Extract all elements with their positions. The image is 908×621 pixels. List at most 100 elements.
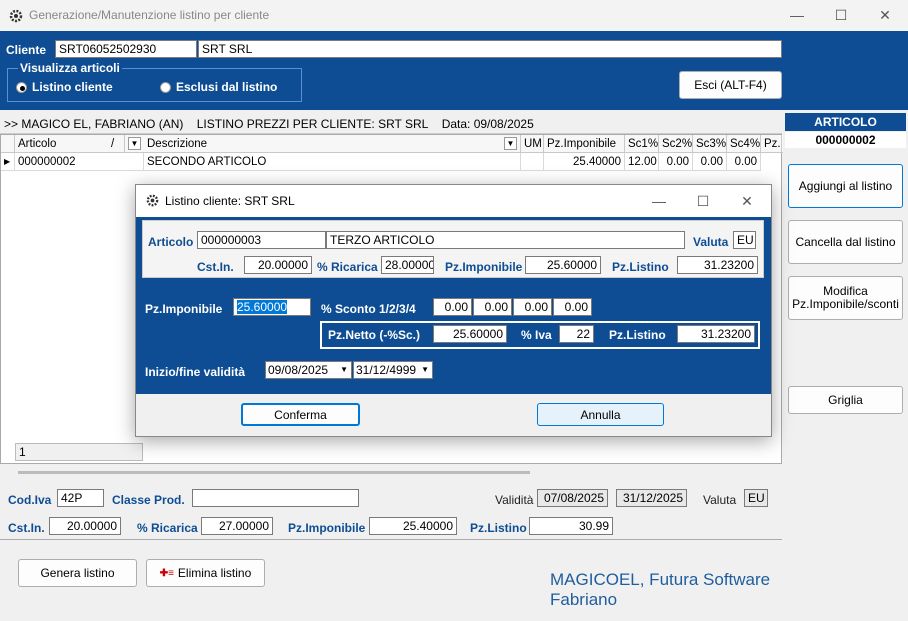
dialog-footer: Conferma Annulla: [136, 394, 771, 436]
col-sc2[interactable]: Sc2%: [659, 135, 693, 153]
exit-button[interactable]: Esci (ALT-F4): [679, 71, 782, 99]
header-indicator: [1, 135, 15, 153]
fine-date-picker[interactable]: 31/12/4999 ▼: [353, 361, 433, 379]
radio-selected-icon: [16, 81, 27, 93]
col-articolo[interactable]: Articolo: [15, 135, 125, 153]
dlg-valuta-label: Valuta: [693, 235, 729, 249]
validita-label: Validità: [495, 493, 534, 507]
listino-label: Pz.Listino: [470, 521, 527, 535]
dlg-articolo-desc[interactable]: TERZO ARTICOLO: [326, 231, 685, 249]
listino-dialog: Listino cliente: SRT SRL — ☐ ✕ Articolo …: [135, 184, 772, 437]
col-descrizione[interactable]: Descrizione: [144, 135, 521, 153]
cell-descrizione[interactable]: SECONDO ARTICOLO: [144, 153, 521, 171]
cell-sc4[interactable]: 0.00: [727, 153, 761, 171]
col-pz-imponibile[interactable]: Pz.Imponibile: [544, 135, 625, 153]
radio-esclusi[interactable]: Esclusi dal listino: [160, 80, 277, 94]
right-panel: ARTICOLO 000000002 Aggiungi al listino C…: [783, 110, 908, 621]
imponibile-field[interactable]: 25.40000: [369, 517, 457, 535]
minimize-icon[interactable]: —: [774, 4, 820, 26]
dialog-minimize-icon[interactable]: —: [636, 190, 682, 212]
ricarica-field[interactable]: 27.00000: [201, 517, 273, 535]
close-icon[interactable]: ✕: [862, 4, 908, 26]
dlg-iva-label: % Iva: [521, 328, 552, 342]
record-count: 1: [15, 443, 143, 461]
cliente-name-field[interactable]: SRT SRL: [198, 40, 782, 58]
sconto-2-field[interactable]: 0.00: [473, 298, 512, 316]
col-pz[interactable]: Pz.: [761, 135, 782, 153]
dlg-articolo-code[interactable]: 000000003: [197, 231, 326, 249]
dlg-ricarica-field[interactable]: 28.00000: [381, 256, 434, 274]
cliente-code-field[interactable]: SRT06052502930: [55, 40, 197, 58]
dlg-iva-field[interactable]: 22: [559, 325, 594, 343]
cst-label: Cst.In.: [8, 521, 45, 535]
ricarica-label: % Ricarica: [137, 521, 198, 535]
modifica-line2: Pz.Imponibile/sconti: [792, 297, 899, 311]
griglia-button[interactable]: Griglia: [788, 386, 903, 414]
info-prefix: >>: [4, 117, 19, 131]
cell-articolo[interactable]: 000000002: [15, 153, 144, 171]
brand-text: MAGICOEL, Futura Software Fabriano: [550, 570, 771, 609]
col-sc1[interactable]: Sc1%: [625, 135, 659, 153]
articolo-filter-icon[interactable]: ▼: [128, 137, 141, 150]
dialog-maximize-icon[interactable]: ☐: [680, 190, 726, 212]
dlg-listino-field[interactable]: 31.23200: [677, 256, 758, 274]
listino-field[interactable]: 30.99: [529, 517, 613, 535]
col-sc4[interactable]: Sc4%: [727, 135, 761, 153]
elimina-button[interactable]: ✚≡ Elimina listino: [146, 559, 265, 587]
inizio-date-picker[interactable]: 09/08/2025 ▼: [265, 361, 352, 379]
sconto-1-field[interactable]: 0.00: [433, 298, 472, 316]
inizio-value: 09/08/2025: [268, 363, 329, 377]
cliente-label: Cliente: [6, 43, 47, 57]
sconto-4-field[interactable]: 0.00: [553, 298, 592, 316]
chevron-down-icon: ▼: [340, 365, 348, 374]
conferma-button[interactable]: Conferma: [241, 403, 360, 426]
modifica-button[interactable]: Modifica Pz.Imponibile/sconti: [788, 276, 903, 320]
sconto-3-field[interactable]: 0.00: [513, 298, 552, 316]
dlg-netto-field[interactable]: 25.60000: [433, 325, 507, 343]
cancella-button[interactable]: Cancella dal listino: [788, 220, 903, 264]
aggiungi-button[interactable]: Aggiungi al listino: [788, 164, 903, 208]
dlg-netto-label: Pz.Netto (-%Sc.): [328, 328, 421, 342]
cst-field[interactable]: 20.00000: [49, 517, 121, 535]
dlg-valuta-field[interactable]: EU: [733, 231, 756, 249]
netto-box: Pz.Netto (-%Sc.) 25.60000 % Iva 22 Pz.Li…: [320, 321, 760, 349]
dlg-cst-field[interactable]: 20.00000: [244, 256, 312, 274]
fine-value: 31/12/4999: [356, 363, 417, 377]
imponibile-label: Pz.Imponibile: [288, 521, 366, 535]
dlg-netto-listino-label: Pz.Listino: [609, 328, 666, 342]
cell-um[interactable]: [521, 153, 544, 171]
bottom-details: Cod.Iva 42P Classe Prod. Validità 07/08/…: [0, 484, 782, 621]
row-pointer-icon: ▶: [1, 153, 15, 171]
dialog-close-icon[interactable]: ✕: [724, 190, 770, 212]
cell-sc2[interactable]: 0.00: [659, 153, 693, 171]
horizontal-scrollbar[interactable]: [18, 471, 530, 474]
radio-esclusi-label: Esclusi dal listino: [176, 80, 278, 94]
dlg-netto-listino-field[interactable]: 31.23200: [677, 325, 755, 343]
cell-sc1[interactable]: 12.00: [625, 153, 659, 171]
col-um[interactable]: UM: [521, 135, 544, 153]
annulla-button[interactable]: Annulla: [537, 403, 664, 426]
genera-button[interactable]: Genera listino: [18, 559, 137, 587]
valuta-label: Valuta: [703, 493, 737, 507]
grid-header: Articolo / ▼ Descrizione ▼ UM Pz.Imponib…: [1, 135, 783, 153]
dlg-edit-imponibile-field[interactable]: 25.60000: [233, 298, 311, 316]
articolo-header: ARTICOLO: [785, 113, 906, 131]
info-listino: LISTINO PREZZI PER CLIENTE: SRT SRL: [196, 117, 429, 131]
validita-a-field: 31/12/2025: [616, 489, 687, 507]
cod-iva-field[interactable]: 42P: [57, 489, 104, 507]
col-sc3[interactable]: Sc3%: [693, 135, 727, 153]
dialog-gear-icon: [146, 194, 159, 207]
radio-listino-cliente[interactable]: Listino cliente: [16, 80, 113, 94]
col-sort: /: [111, 138, 115, 150]
classe-field[interactable]: [192, 489, 359, 507]
radio-listino-label: Listino cliente: [32, 80, 113, 94]
validita-da-field: 07/08/2025: [537, 489, 608, 507]
dlg-imponibile-field[interactable]: 25.60000: [525, 256, 601, 274]
cell-pz-imponibile[interactable]: 25.40000: [544, 153, 625, 171]
maximize-icon[interactable]: ☐: [818, 4, 864, 26]
visualizza-legend: Visualizza articoli: [18, 61, 122, 75]
dlg-cst-label: Cst.In.: [197, 260, 234, 274]
articolo-code: 000000002: [785, 132, 906, 148]
cell-sc3[interactable]: 0.00: [693, 153, 727, 171]
descrizione-filter-icon[interactable]: ▼: [504, 137, 517, 150]
